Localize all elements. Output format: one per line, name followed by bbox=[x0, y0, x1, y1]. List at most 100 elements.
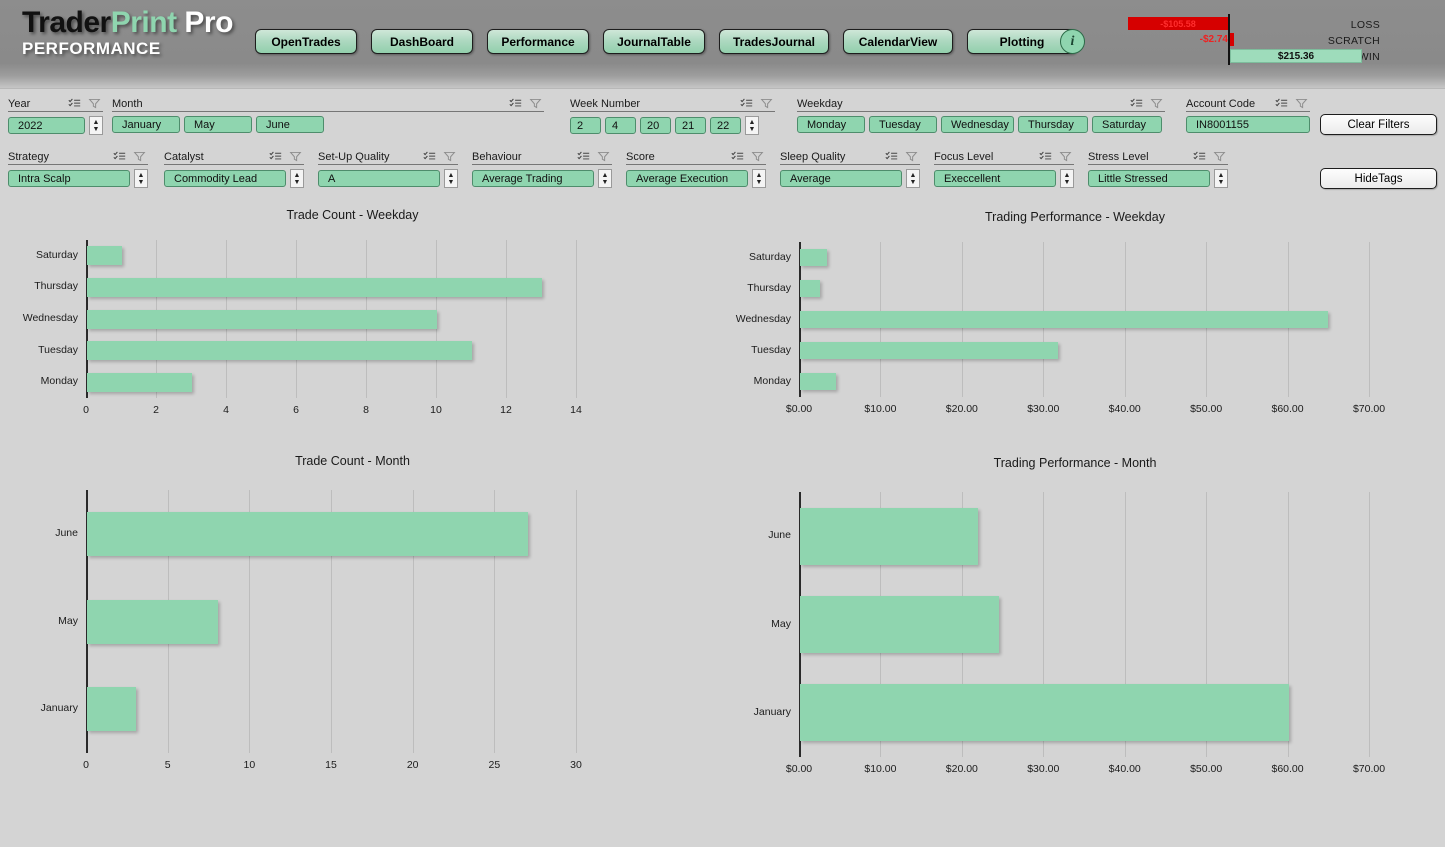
filter-funnel-icon[interactable] bbox=[1295, 97, 1308, 110]
multiselect-icon[interactable] bbox=[577, 150, 590, 163]
filter-account-code-label: Account Code bbox=[1186, 98, 1256, 110]
filter-chip-week-4[interactable]: 4 bbox=[605, 117, 636, 134]
filter-setup-quality: Set-Up Quality A ▲ ▼ bbox=[318, 147, 458, 188]
nav-button-opentrades[interactable]: OpenTrades bbox=[255, 29, 357, 54]
filter-chip-month-january[interactable]: January bbox=[112, 116, 180, 133]
filter-focus-level-spinner[interactable]: ▲ ▼ bbox=[1060, 169, 1074, 188]
nav-button-calendarview[interactable]: CalendarView bbox=[843, 29, 953, 54]
filter-week-number-spinner[interactable]: ▲ ▼ bbox=[745, 116, 759, 135]
info-icon[interactable]: i bbox=[1060, 29, 1085, 54]
multiselect-icon[interactable] bbox=[68, 97, 81, 110]
filter-sleep-quality-spinner[interactable]: ▲ ▼ bbox=[906, 169, 920, 188]
chart-category-label: Wednesday bbox=[735, 312, 791, 325]
filter-funnel-icon[interactable] bbox=[1150, 97, 1163, 110]
spinner-down-icon: ▼ bbox=[293, 178, 301, 186]
chart-plot-area: Saturday Thursday Wednesday Tuesday Monday 0 2… bbox=[23, 240, 582, 416]
filter-sleep-quality: Sleep Quality Average ▲ ▼ bbox=[780, 147, 920, 188]
filter-chip-sleep-quality[interactable]: Average bbox=[780, 170, 902, 187]
filter-stress-level-header: Stress Level bbox=[1088, 147, 1228, 165]
main-navigation: OpenTrades DashBoard Performance Journal… bbox=[255, 29, 1077, 54]
multiselect-icon[interactable] bbox=[740, 97, 753, 110]
filter-chip-month-may[interactable]: May bbox=[184, 116, 252, 133]
filter-funnel-icon[interactable] bbox=[133, 150, 146, 163]
chart-trade-count-weekday: Trade Count - Weekday Saturday Thursday Wed… bbox=[0, 208, 705, 423]
filter-funnel-icon[interactable] bbox=[529, 97, 542, 110]
filter-catalyst-header: Catalyst bbox=[164, 147, 304, 165]
multiselect-icon[interactable] bbox=[269, 150, 282, 163]
filter-year-spinner[interactable]: ▲ ▼ bbox=[89, 116, 103, 135]
multiselect-icon[interactable] bbox=[731, 150, 744, 163]
filter-chip-stress-level[interactable]: Little Stressed bbox=[1088, 170, 1210, 187]
filter-panel: Year 2022 ▲ ▼ Month January May June Week bbox=[0, 88, 1445, 206]
filter-catalyst-spinner[interactable]: ▲ ▼ bbox=[290, 169, 304, 188]
spinner-up-icon: ▲ bbox=[601, 171, 609, 179]
nav-button-tradesjournal[interactable]: TradesJournal bbox=[719, 29, 829, 54]
chart-tick-label: $10.00 bbox=[864, 763, 897, 775]
chart-trading-performance-weekday: Trading Performance - Weekday Saturday Thu… bbox=[705, 210, 1445, 425]
filter-funnel-icon[interactable] bbox=[751, 150, 764, 163]
chart-category-label: Monday bbox=[753, 374, 791, 387]
multiselect-icon[interactable] bbox=[1130, 97, 1143, 110]
filter-funnel-icon[interactable] bbox=[597, 150, 610, 163]
chart-tick-label: $70.00 bbox=[1352, 763, 1386, 775]
chart-tick-label: $20.00 bbox=[945, 763, 978, 775]
multiselect-icon[interactable] bbox=[1039, 150, 1052, 163]
filter-setup-quality-spinner[interactable]: ▲ ▼ bbox=[444, 169, 458, 188]
filter-chip-weekday-monday[interactable]: Monday bbox=[797, 116, 865, 133]
chart-bar bbox=[800, 249, 827, 266]
filter-chip-catalyst[interactable]: Commodity Lead bbox=[164, 170, 286, 187]
chart-tick-label: 10 bbox=[430, 404, 442, 416]
nav-button-dashboard[interactable]: DashBoard bbox=[371, 29, 473, 54]
filter-chip-weekday-thursday[interactable]: Thursday bbox=[1018, 116, 1088, 133]
filter-chip-month-june[interactable]: June bbox=[256, 116, 324, 133]
filter-chip-year-2022[interactable]: 2022 bbox=[8, 117, 85, 134]
filter-chip-strategy[interactable]: Intra Scalp bbox=[8, 170, 130, 187]
filter-chip-behaviour[interactable]: Average Trading bbox=[472, 170, 594, 187]
filter-chip-week-22[interactable]: 22 bbox=[710, 117, 741, 134]
filter-funnel-icon[interactable] bbox=[760, 97, 773, 110]
filter-setup-quality-header: Set-Up Quality bbox=[318, 147, 458, 165]
filter-chip-week-21[interactable]: 21 bbox=[675, 117, 706, 134]
chart-category-label: Tuesday bbox=[751, 343, 791, 356]
clear-filters-button[interactable]: Clear Filters bbox=[1320, 114, 1437, 135]
filter-chip-week-2[interactable]: 2 bbox=[570, 117, 601, 134]
chart-tick-label: 5 bbox=[164, 759, 171, 771]
multiselect-icon[interactable] bbox=[423, 150, 436, 163]
chart-plot-area: Saturday Thursday Wednesday Tuesday Monday $0… bbox=[736, 242, 1385, 415]
filter-funnel-icon[interactable] bbox=[1059, 150, 1072, 163]
filter-chip-weekday-saturday[interactable]: Saturday bbox=[1092, 116, 1162, 133]
filter-chip-score[interactable]: Average Execution bbox=[626, 170, 748, 187]
filter-chip-weekday-tuesday[interactable]: Tuesday bbox=[869, 116, 937, 133]
multiselect-icon[interactable] bbox=[1275, 97, 1288, 110]
spinner-down-icon: ▼ bbox=[447, 178, 455, 186]
filter-funnel-icon[interactable] bbox=[88, 97, 101, 110]
chart-tick-label: $60.00 bbox=[1271, 763, 1304, 775]
filter-score-body: Average Execution ▲ ▼ bbox=[626, 169, 766, 188]
filter-month-label: Month bbox=[112, 98, 143, 110]
filter-weekday-icons bbox=[1130, 97, 1165, 110]
multiselect-icon[interactable] bbox=[1193, 150, 1206, 163]
filter-chip-setup-quality[interactable]: A bbox=[318, 170, 440, 187]
nav-button-journaltable[interactable]: JournalTable bbox=[603, 29, 705, 54]
filter-score-label: Score bbox=[626, 151, 655, 163]
multiselect-icon[interactable] bbox=[509, 97, 522, 110]
filter-funnel-icon[interactable] bbox=[905, 150, 918, 163]
nav-button-performance[interactable]: Performance bbox=[487, 29, 589, 54]
brand-word-trader: Trader bbox=[22, 6, 111, 39]
multiselect-icon[interactable] bbox=[885, 150, 898, 163]
filter-funnel-icon[interactable] bbox=[289, 150, 302, 163]
filter-stress-level-spinner[interactable]: ▲ ▼ bbox=[1214, 169, 1228, 188]
multiselect-icon[interactable] bbox=[113, 150, 126, 163]
filter-funnel-icon[interactable] bbox=[1213, 150, 1226, 163]
filter-chip-week-20[interactable]: 20 bbox=[640, 117, 671, 134]
filter-score-spinner[interactable]: ▲ ▼ bbox=[752, 169, 766, 188]
filter-chip-focus-level[interactable]: Execcellent bbox=[934, 170, 1056, 187]
filter-behaviour-spinner[interactable]: ▲ ▼ bbox=[598, 169, 612, 188]
filter-setup-quality-body: A ▲ ▼ bbox=[318, 169, 458, 188]
filter-chip-account-code[interactable]: IN8001155 bbox=[1186, 116, 1310, 133]
hide-tags-button[interactable]: HideTags bbox=[1320, 168, 1437, 189]
filter-strategy-spinner[interactable]: ▲ ▼ bbox=[134, 169, 148, 188]
filter-funnel-icon[interactable] bbox=[443, 150, 456, 163]
brand-word-print: Print bbox=[110, 6, 177, 39]
filter-chip-weekday-wednesday[interactable]: Wednesday bbox=[941, 116, 1014, 133]
